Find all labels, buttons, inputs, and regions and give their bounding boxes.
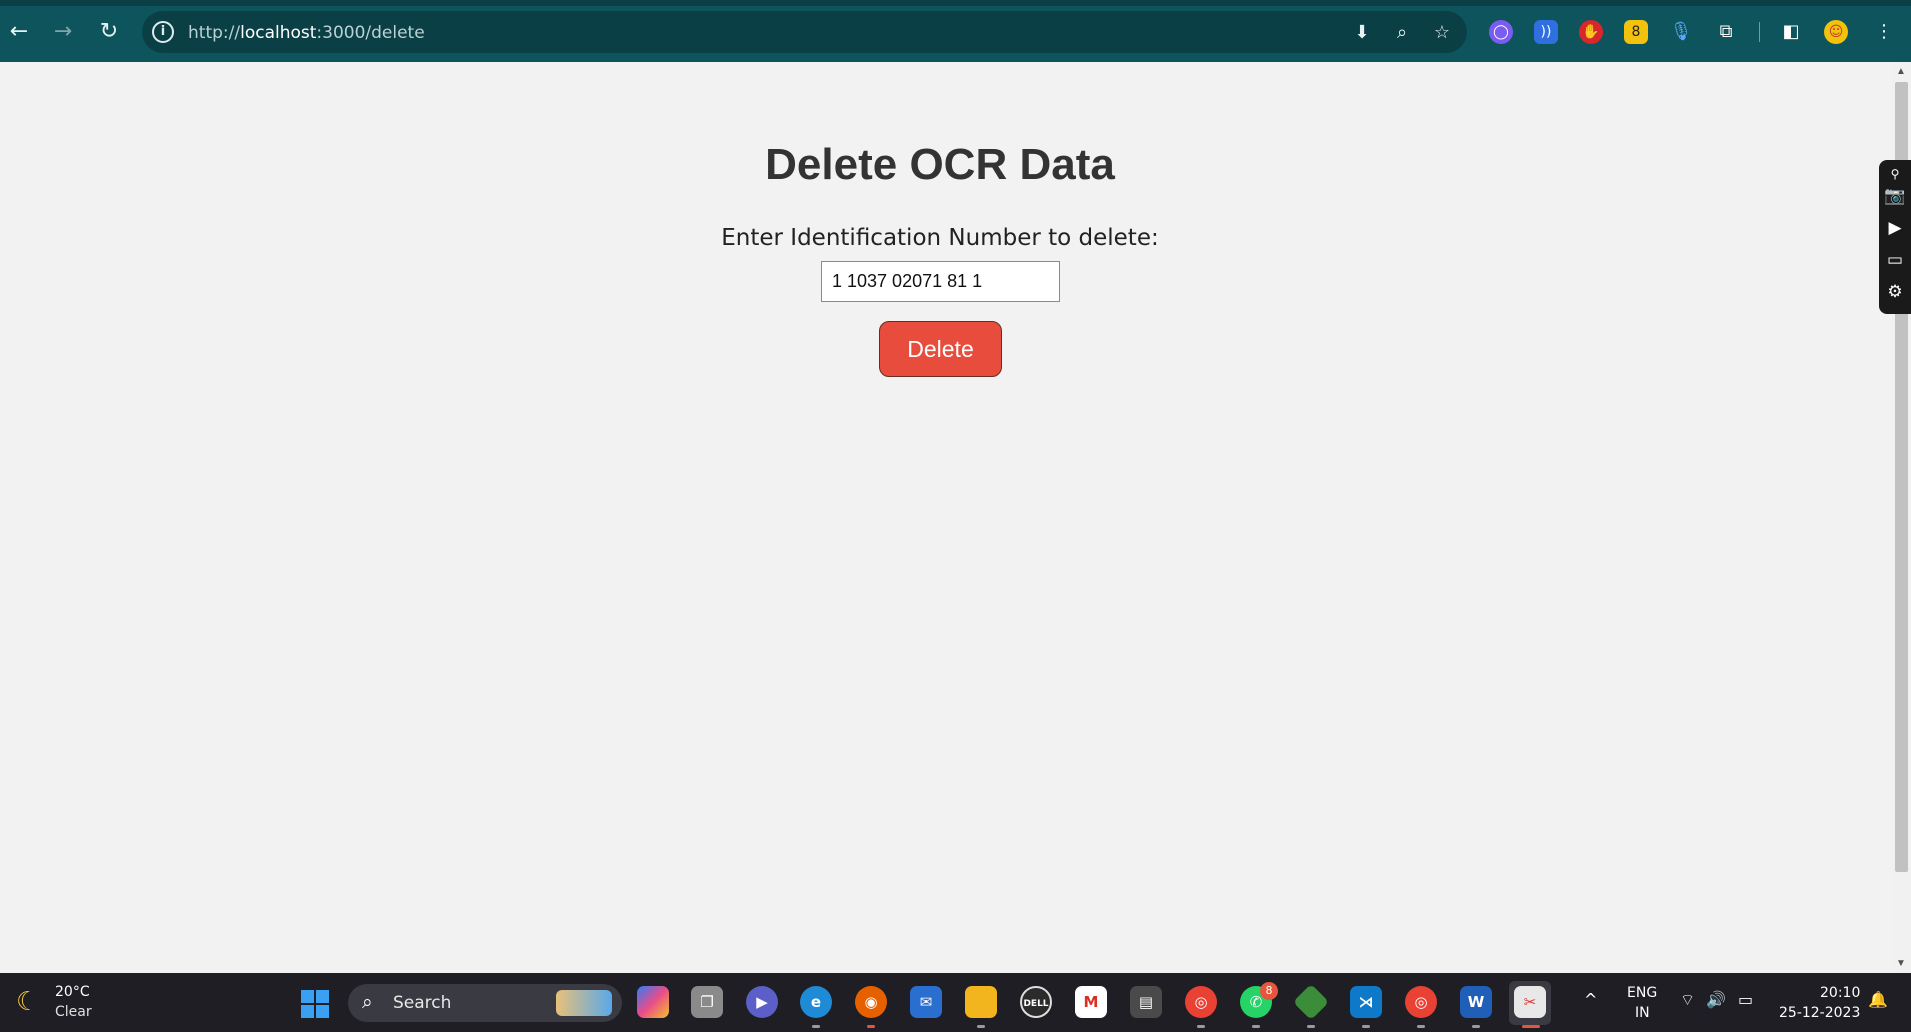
search-highlight-art (556, 990, 612, 1016)
install-app-icon[interactable]: ⬇ (1350, 21, 1374, 45)
extension-badge-icon[interactable]: 8 (1624, 20, 1648, 44)
copilot-icon[interactable] (637, 986, 669, 1018)
forward-icon[interactable]: → (48, 16, 78, 46)
extension-stop-icon[interactable]: ✋ (1579, 20, 1603, 44)
clock-time[interactable]: 20:10 (1820, 985, 1860, 1001)
id-label: Enter Identification Number to delete: (721, 225, 1159, 251)
dell-icon[interactable]: DELL (1020, 986, 1052, 1018)
volume-icon[interactable]: 🔊 (1706, 990, 1726, 1009)
url-text[interactable]: http://localhost:3000/delete (188, 23, 425, 43)
settings-gear-icon[interactable]: ⚙ (1883, 280, 1907, 304)
zoom-icon[interactable]: ⌕ (1390, 21, 1414, 45)
mail-icon[interactable]: ✉ (910, 986, 942, 1018)
scroll-up-arrow-icon[interactable]: ▲ (1896, 66, 1906, 77)
whatsapp-notification-badge: 8 (1260, 982, 1278, 1000)
search-label: Search (393, 993, 452, 1013)
windows-start-icon[interactable] (301, 990, 329, 1018)
chrome-profile-icon[interactable]: ◎ (1405, 986, 1437, 1018)
bookmark-star-icon[interactable]: ☆ (1430, 21, 1454, 45)
wifi-icon[interactable]: ⌔ (1680, 990, 1695, 1010)
camera-icon[interactable]: 📷 (1883, 184, 1907, 208)
git-icon[interactable] (1292, 983, 1330, 1021)
moon-weather-icon[interactable]: ☾ (16, 987, 39, 1017)
edge-icon[interactable]: e (800, 986, 832, 1018)
language-code[interactable]: ENG (1627, 985, 1657, 1001)
edge-running-indicator (812, 1025, 820, 1028)
video-icon[interactable]: ▶ (1883, 216, 1907, 240)
url-scheme: http:// (188, 23, 241, 43)
notification-bell-icon[interactable]: 🔔 (1868, 990, 1888, 1009)
battery-icon[interactable]: ▭ (1738, 990, 1753, 1009)
url-path: :3000/delete (316, 23, 425, 43)
window-capture-icon[interactable]: ▭ (1883, 248, 1907, 272)
profile-avatar[interactable]: ☺ (1824, 20, 1848, 44)
explorer-running-indicator (977, 1025, 985, 1028)
gmail-icon[interactable]: M (1075, 986, 1107, 1018)
site-info-icon[interactable]: i (152, 21, 174, 43)
tab-strip (0, 0, 1911, 6)
chrome-profile-running-indicator (1417, 1025, 1425, 1028)
teams-chat-icon[interactable]: ▶ (746, 986, 778, 1018)
weather-condition[interactable]: Clear (55, 1004, 92, 1020)
page-content: Delete OCR Data Enter Identification Num… (0, 62, 1892, 973)
extension-audio-icon[interactable]: )) (1534, 20, 1558, 44)
windows-taskbar: ☾ 20°C Clear ⌕ Search ❐ ▶ e ◉ ✉ DELL M ▤… (0, 973, 1911, 1032)
chrome-icon[interactable]: ◎ (1185, 986, 1217, 1018)
word-running-indicator (1472, 1025, 1480, 1028)
clock-date[interactable]: 25-12-2023 (1779, 1005, 1860, 1021)
word-icon[interactable]: W (1460, 986, 1492, 1018)
vscode-running-indicator (1362, 1025, 1370, 1028)
side-panel-icon[interactable]: ◧ (1779, 20, 1803, 44)
url-host: localhost (240, 23, 317, 43)
show-hidden-icons-chevron-icon[interactable]: ^ (1584, 990, 1597, 1009)
terminal-icon[interactable]: ▤ (1130, 986, 1162, 1018)
reload-icon[interactable]: ↻ (94, 16, 124, 46)
capture-more-icon[interactable]: ⚲ (1883, 162, 1907, 186)
snipping-tool-icon[interactable]: ✂ (1514, 986, 1546, 1018)
search-icon: ⌕ (362, 991, 373, 1013)
taskbar-search[interactable]: ⌕ Search (348, 984, 622, 1022)
browser-toolbar: ← → ↻ i http://localhost:3000/delete ⬇ ⌕… (0, 0, 1911, 62)
firefox-icon[interactable]: ◉ (855, 986, 887, 1018)
weather-temperature[interactable]: 20°C (55, 984, 90, 1000)
page-title: Delete OCR Data (765, 140, 1115, 189)
whatsapp-running-indicator (1252, 1025, 1260, 1028)
snipping-tool-running-indicator (1522, 1025, 1540, 1028)
capture-side-toolbar: ⚲ 📷 ▶ ▭ ⚙ (1879, 160, 1911, 314)
address-bar[interactable]: i http://localhost:3000/delete ⬇ ⌕ ☆ (142, 11, 1467, 53)
vscode-icon[interactable]: ⋊ (1350, 986, 1382, 1018)
back-icon[interactable]: ← (4, 16, 34, 46)
language-region[interactable]: IN (1635, 1005, 1650, 1021)
scroll-down-arrow-icon[interactable]: ▼ (1896, 958, 1906, 969)
task-view-icon[interactable]: ❐ (691, 986, 723, 1018)
toolbar-divider (1759, 22, 1760, 42)
extensions-puzzle-icon[interactable]: ⧉ (1714, 20, 1738, 44)
menu-kebab-icon[interactable]: ⋮ (1872, 20, 1896, 44)
firefox-running-indicator (867, 1025, 875, 1028)
file-explorer-icon[interactable] (965, 986, 997, 1018)
extension-circle-icon[interactable]: ◯ (1489, 20, 1513, 44)
microphone-icon[interactable]: 🎙 (1669, 20, 1693, 44)
git-running-indicator (1307, 1025, 1315, 1028)
delete-button[interactable]: Delete (879, 321, 1002, 377)
chrome-running-indicator (1197, 1025, 1205, 1028)
id-number-input[interactable] (821, 261, 1060, 302)
